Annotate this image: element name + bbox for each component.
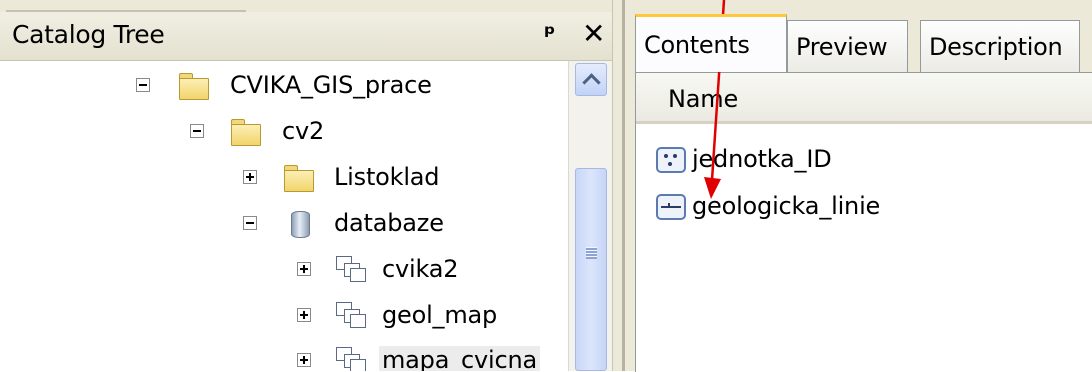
scroll-up-button[interactable] [575,63,607,96]
catalog-tree-pane: Catalog Tree ᵖ ✕ CVIKA_GIS_prace cv2 Lis… [0,0,623,371]
tree-node-label: cvika2 [382,255,459,283]
close-icon[interactable]: ✕ [582,17,605,50]
tree-node-label: mapa_cvicna [379,346,541,371]
tree-node-mapa-cvicna[interactable]: mapa_cvicna [0,342,568,371]
expand-icon[interactable] [297,308,311,322]
scroll-thumb[interactable] [575,168,607,371]
list-item[interactable]: geologicka_linie [656,190,1076,226]
grip-icon [586,247,597,259]
feature-dataset-icon [334,300,366,330]
tree-node-cvika-gis-prace[interactable]: CVIKA_GIS_prace [0,67,568,107]
tree-node-databaze[interactable]: databaze [0,205,568,245]
catalog-contents-pane: Contents Preview Description Name jednot… [625,0,1092,372]
column-header-name[interactable]: Name [636,73,1092,124]
tree-scrollbar[interactable] [568,61,613,371]
item-label: geologicka_linie [692,192,881,220]
expand-icon[interactable] [297,262,311,276]
tab-description[interactable]: Description [920,20,1080,72]
catalog-tree-title: Catalog Tree [12,20,165,49]
tree-node-label: databaze [334,209,444,237]
collapse-icon[interactable] [243,216,257,230]
tree-node-cvika2[interactable]: cvika2 [0,251,568,291]
catalog-tree-header: Catalog Tree ᵖ ✕ [0,12,622,61]
tree-node-cv2[interactable]: cv2 [0,113,568,153]
line-feature-class-icon [656,194,686,220]
column-header-label: Name [668,85,739,113]
expand-icon[interactable] [243,170,257,184]
tree-node-listoklad[interactable]: Listoklad [0,159,568,199]
tree-node-label: geol_map [382,301,498,329]
tree-node-label: Listoklad [334,163,440,191]
database-icon [283,208,315,238]
expand-icon[interactable] [297,353,311,367]
tab-preview[interactable]: Preview [787,20,908,72]
contents-list: Name jednotka_ID geologicka_linie [635,72,1092,372]
list-item[interactable]: jednotka_ID [656,143,1076,179]
collapse-icon[interactable] [136,78,150,92]
item-label: jednotka_ID [692,145,832,173]
pin-icon[interactable]: ᵖ [544,20,556,48]
tab-strip: Contents Preview Description [625,14,1092,72]
top-strip [0,0,622,12]
collapse-icon[interactable] [190,124,204,138]
feature-dataset-icon [334,254,366,284]
tab-contents[interactable]: Contents [635,14,787,72]
catalog-tree[interactable]: CVIKA_GIS_prace cv2 Listoklad databaze c… [0,61,568,371]
tree-node-label: CVIKA_GIS_prace [230,71,432,99]
tree-node-label: cv2 [282,117,325,145]
feature-dataset-icon [334,345,366,371]
tree-node-geol-map[interactable]: geol_map [0,297,568,337]
point-feature-class-icon [656,147,686,173]
